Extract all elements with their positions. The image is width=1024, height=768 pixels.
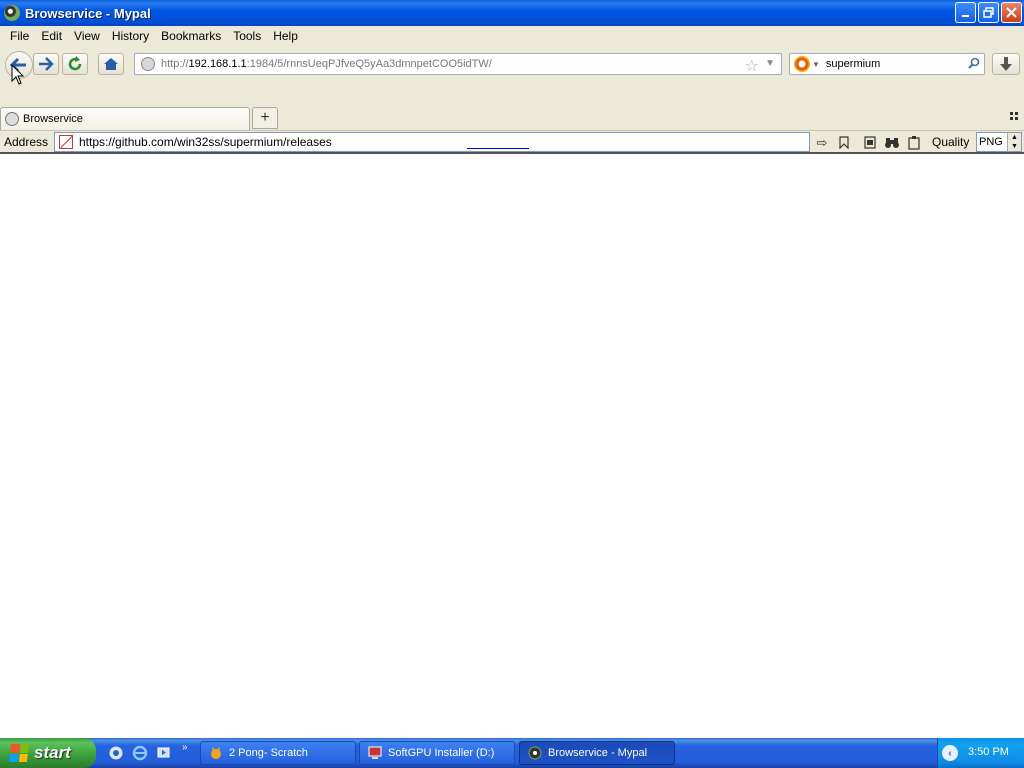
reload-button[interactable] (62, 53, 88, 75)
url-bar[interactable]: http://192.168.1.1:1984/5/rnnsUeqPJfveQ5… (134, 53, 782, 75)
paste-icon[interactable] (905, 134, 923, 151)
forward-arrow-icon (39, 57, 54, 71)
close-icon (1006, 7, 1017, 18)
browservice-address-toolbar: Address https://github.com/win32ss/super… (0, 130, 1024, 154)
clock[interactable]: 3:50 PM (968, 746, 1009, 758)
menu-help[interactable]: Help (267, 29, 304, 43)
reload-icon (68, 56, 82, 71)
tab-browservice[interactable]: Browservice (0, 107, 250, 130)
hover-link-underline (467, 148, 529, 149)
taskbar-item-softgpu[interactable]: SoftGPU Installer (D:) (359, 741, 515, 765)
menu-history[interactable]: History (106, 29, 155, 43)
window-controls (955, 2, 1022, 23)
restore-button[interactable] (978, 2, 999, 23)
mouse-cursor-icon (11, 64, 25, 85)
insecure-page-icon (59, 135, 73, 149)
system-tray: ‹ 3:50 PM (937, 738, 1024, 768)
download-icon (1000, 57, 1012, 71)
show-hidden-icons-chevron-icon[interactable]: ‹ (942, 745, 958, 761)
url-prefix: http:// (161, 58, 189, 70)
tab-label: Browservice (23, 113, 83, 125)
bookmark-star-icon[interactable]: ☆ (745, 56, 759, 76)
magnifier-icon[interactable] (968, 57, 980, 72)
start-label: start (34, 743, 71, 762)
menu-bar: File Edit View History Bookmarks Tools H… (0, 26, 1024, 46)
menu-view[interactable]: View (68, 29, 106, 43)
quicklaunch-overflow-icon[interactable]: » (182, 742, 188, 753)
taskbar-item-label: Browservice - Mypal (548, 747, 648, 759)
url-path: :1984/5/rnnsUeqPJfveQ5yAa3dmnpetCOO5idTW… (246, 58, 492, 70)
installer-monitor-icon (368, 746, 382, 759)
clipboard-icon[interactable] (861, 134, 879, 151)
taskbar-item-label: SoftGPU Installer (D:) (388, 747, 495, 759)
tab-favicon-icon (5, 112, 19, 126)
start-button[interactable]: start (0, 738, 96, 768)
address-field[interactable]: https://github.com/win32ss/supermium/rel… (54, 132, 810, 152)
taskbar-item-mypal[interactable]: Browservice - Mypal (519, 741, 675, 765)
url-text: http://192.168.1.1:1984/5/rnnsUeqPJfveQ5… (161, 58, 492, 70)
window-title: Browservice - Mypal (25, 5, 151, 21)
bookmark-icon[interactable] (835, 134, 853, 151)
home-icon (104, 58, 118, 70)
search-bar[interactable]: ▼ supermium (789, 53, 985, 75)
windows-logo-icon (8, 744, 30, 762)
forward-button[interactable] (33, 53, 59, 75)
minimize-icon (961, 14, 969, 17)
close-button[interactable] (1001, 2, 1022, 23)
go-arrow-icon[interactable]: ⇨ (813, 134, 831, 151)
menu-file[interactable]: File (4, 29, 35, 43)
scratch-cat-icon (211, 747, 221, 759)
taskbar-item-scratch[interactable]: 2 Pong- Scratch (200, 741, 356, 765)
menu-tools[interactable]: Tools (227, 29, 267, 43)
search-input[interactable]: supermium (826, 58, 880, 70)
site-identity-icon[interactable] (141, 57, 155, 71)
window-titlebar[interactable]: Browservice - Mypal (0, 0, 1024, 26)
quicklaunch-ie-icon[interactable] (132, 745, 148, 761)
search-engine-dropdown-icon[interactable]: ▼ (812, 60, 820, 69)
quicklaunch-browser-icon[interactable] (108, 745, 124, 761)
taskbar-item-label: 2 Pong- Scratch (229, 747, 308, 759)
find-binoculars-icon[interactable] (883, 134, 901, 151)
quality-value: PNG (979, 136, 1003, 148)
mypal-app-icon (4, 5, 20, 21)
menu-bookmarks[interactable]: Bookmarks (155, 29, 227, 43)
address-value[interactable]: https://github.com/win32ss/supermium/rel… (79, 135, 332, 149)
minimize-button[interactable] (955, 2, 976, 23)
tab-grip-icon[interactable] (1010, 112, 1018, 123)
page-content[interactable] (0, 156, 1024, 738)
new-tab-button[interactable]: + (252, 107, 278, 129)
search-engine-icon[interactable] (794, 56, 810, 72)
tab-bar: Browservice + (0, 84, 1024, 130)
quality-spinner-icon[interactable]: ▲ ▼ (1007, 133, 1021, 151)
url-host: 192.168.1.1 (188, 58, 247, 70)
menu-edit[interactable]: Edit (35, 29, 68, 43)
download-button[interactable] (992, 53, 1020, 75)
quicklaunch-media-icon[interactable] (156, 745, 172, 761)
quality-select[interactable]: PNG ▲ ▼ (976, 132, 1022, 152)
navigation-toolbar: http://192.168.1.1:1984/5/rnnsUeqPJfveQ5… (0, 46, 1024, 84)
restore-icon (983, 7, 994, 18)
url-history-dropdown-icon[interactable]: ▼ (765, 58, 775, 69)
mypal-app-icon (528, 746, 542, 760)
address-label: Address (4, 135, 49, 149)
quality-label: Quality (932, 135, 970, 149)
taskbar: start » 2 Pong- Scratch SoftGPU Installe… (0, 738, 1024, 768)
home-button[interactable] (98, 53, 124, 75)
